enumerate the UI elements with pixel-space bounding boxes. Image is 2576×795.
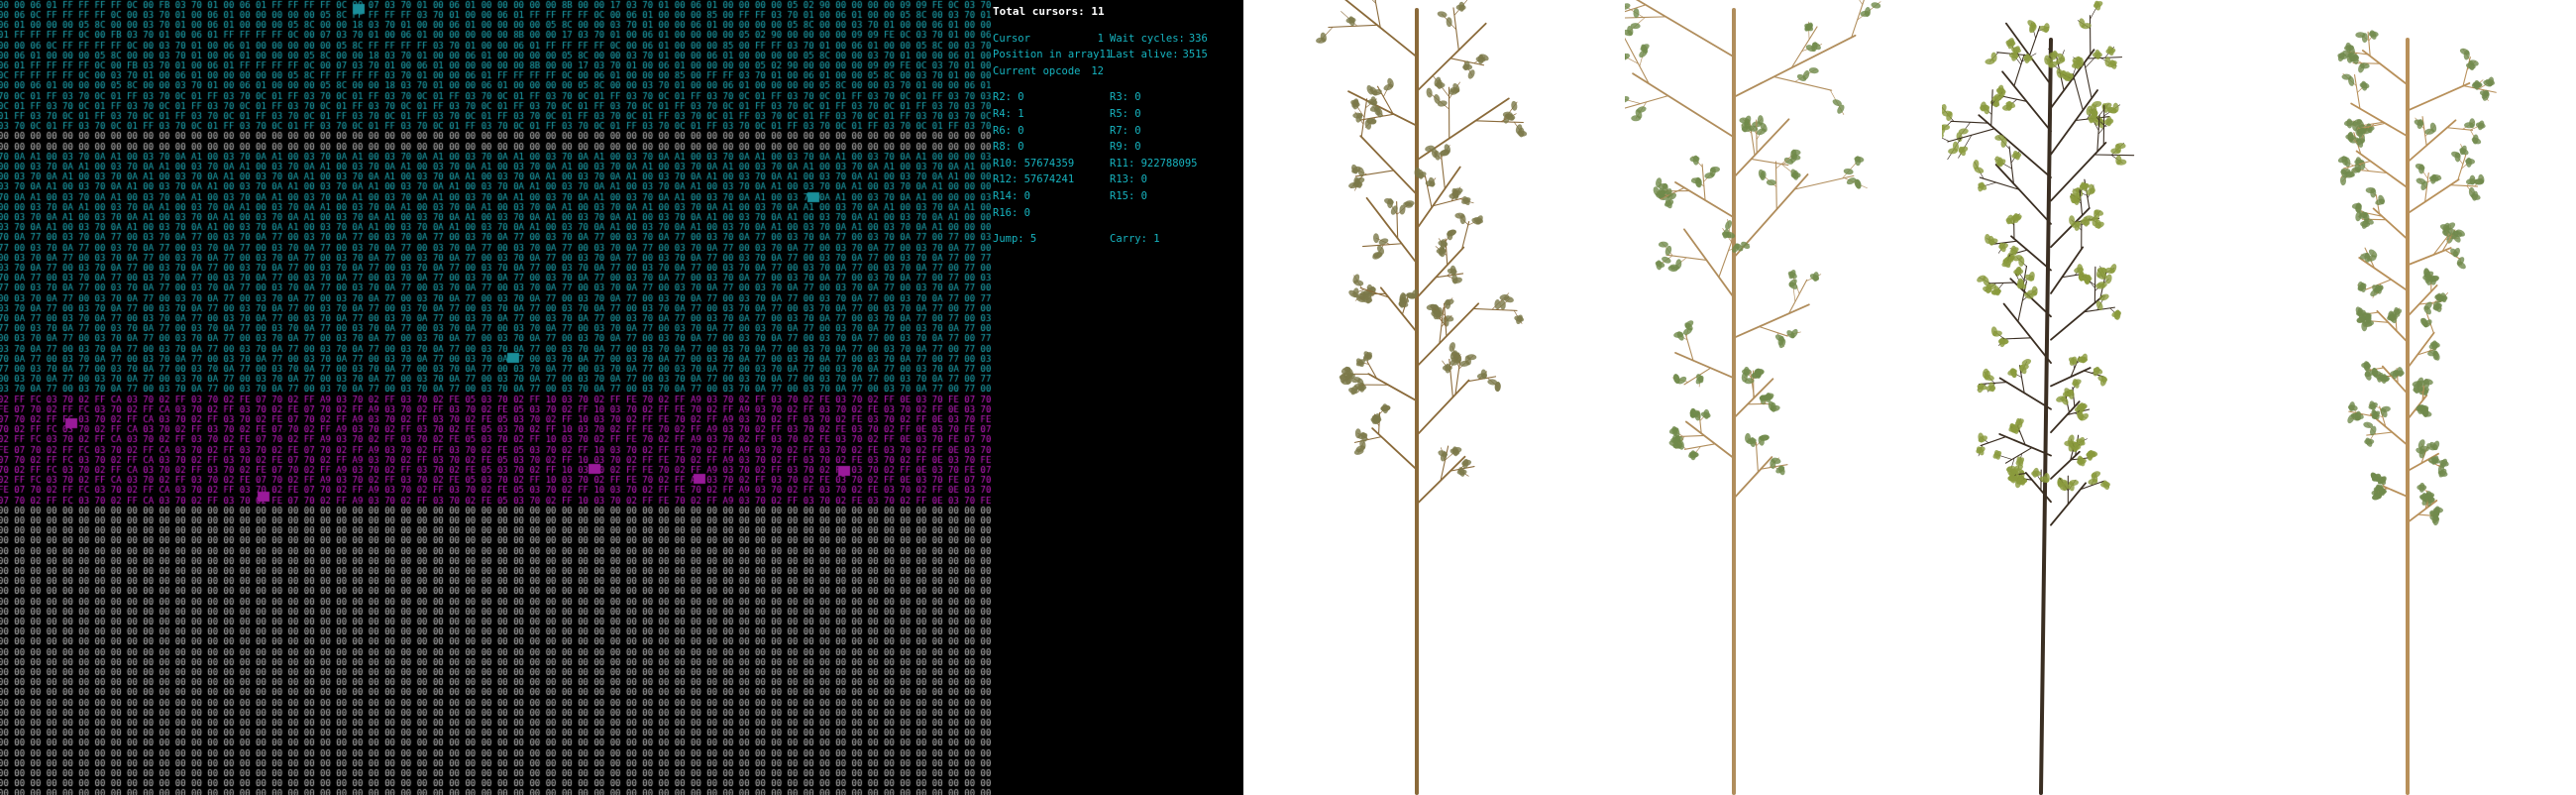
register-value: R6: 0 xyxy=(993,124,1024,137)
thin-branched-plant-image xyxy=(1316,0,1528,795)
register-value: R14: 0 xyxy=(993,189,1030,202)
upright-plant-image xyxy=(2337,30,2497,795)
opcode-value: 12 xyxy=(1091,64,1104,77)
opcode-label: Current opcode xyxy=(993,64,1081,77)
wait-cycles-value: 336 xyxy=(1188,32,1208,45)
register-row: R10: 57674359 R11: 922788095 xyxy=(993,156,1240,172)
register-row: R14: 0 R15: 0 xyxy=(993,188,1240,205)
register-value: R13: 0 xyxy=(1110,173,1147,186)
plant-render-panel xyxy=(1243,0,2576,795)
cursor-value: 1 xyxy=(1097,32,1104,45)
bushy-plant-image xyxy=(1942,0,2135,795)
register-row: R2: 0 R3: 0 xyxy=(993,89,1240,106)
status-row-flags: Jump: 5 Carry: 1 xyxy=(993,231,1240,248)
jump-value: Jump: 5 xyxy=(993,233,1037,246)
register-list: R2: 0 R3: 0 R4: 1 R5: 0 R6: 0 R7: 0 R8: 0 R9: 0… xyxy=(993,89,1240,221)
register-value: R4: 1 xyxy=(993,107,1024,120)
vm-visualizer-panel: Total cursors: 11 Cursor 1 Wait cycles: 33… xyxy=(0,0,1243,795)
register-value: R7: 0 xyxy=(1110,124,1141,137)
register-value: R15: 0 xyxy=(1110,189,1147,202)
register-row: R6: 0 R7: 0 xyxy=(993,123,1240,140)
register-value: R3: 0 xyxy=(1110,91,1141,104)
total-cursors-title: Total cursors: 11 xyxy=(993,5,1105,18)
status-row-position: Position in array 11 Last alive: 3515 xyxy=(993,47,1240,63)
last-alive-label: Last alive: xyxy=(1110,49,1179,61)
cursor-label: Cursor xyxy=(993,32,1030,45)
position-label: Position in array xyxy=(993,49,1100,61)
hexdump-canvas xyxy=(0,0,991,795)
wait-cycles-label: Wait cycles: xyxy=(1110,32,1185,45)
register-value: R2: 0 xyxy=(993,91,1024,104)
cursor-status-panel: Total cursors: 11 Cursor 1 Wait cycles: 33… xyxy=(993,4,1240,248)
register-value: R11: 922788095 xyxy=(1110,157,1198,170)
register-value: R12: 57674241 xyxy=(993,173,1075,186)
register-value: R8: 0 xyxy=(993,141,1024,154)
memory-hexdump xyxy=(0,0,991,795)
register-value: R10: 57674359 xyxy=(993,157,1075,170)
register-row: R16: 0 xyxy=(993,205,1240,222)
register-value: R9: 0 xyxy=(1110,141,1141,154)
register-value: R16: 0 xyxy=(993,206,1030,219)
register-row: R8: 0 R9: 0 xyxy=(993,139,1240,156)
status-row-opcode: Current opcode 12 xyxy=(993,63,1240,80)
last-alive-value: 3515 xyxy=(1182,49,1208,61)
fern-leaf-plant-image xyxy=(1625,0,1881,795)
carry-value: Carry: 1 xyxy=(1110,233,1160,246)
register-row: R12: 57674241 R13: 0 xyxy=(993,171,1240,188)
register-value: R5: 0 xyxy=(1110,107,1141,120)
register-row: R4: 1 R5: 0 xyxy=(993,106,1240,123)
status-row-cursor: Cursor 1 Wait cycles: 336 xyxy=(993,31,1240,48)
